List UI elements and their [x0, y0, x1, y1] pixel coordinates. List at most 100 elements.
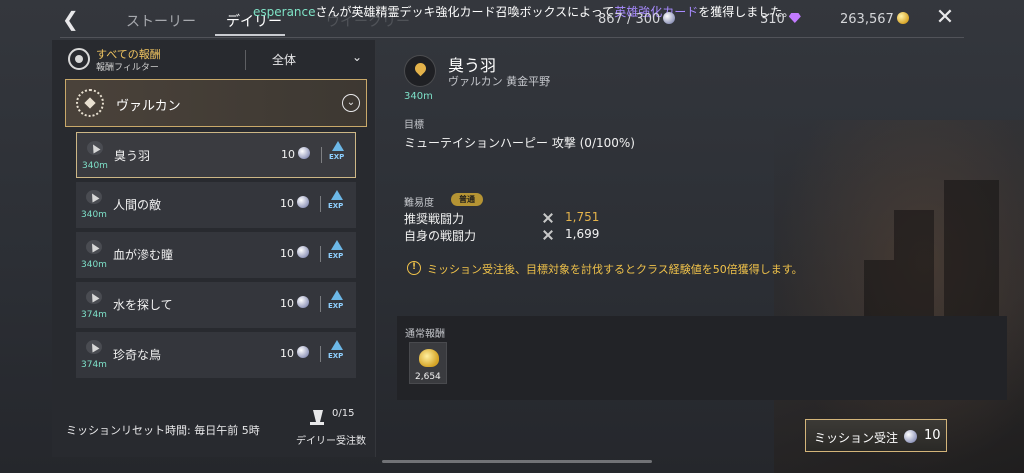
chevron-down-icon[interactable]: ⌄ — [352, 50, 362, 64]
exp-label: EXP — [328, 252, 344, 260]
objective-text: ミューテイションハーピー 攻撃 (0/100%) — [404, 136, 635, 150]
reward-separator — [320, 346, 321, 362]
reward-separator — [320, 246, 321, 262]
gem-resource: 310 — [760, 12, 801, 27]
gem-icon — [788, 13, 801, 23]
mission-list: 340m 臭う羽 10 EXP 340m 人間の敵 10 EXP 340m 血が… — [76, 132, 356, 382]
crossed-swords-icon — [542, 229, 555, 241]
mission-distance: 340m — [82, 161, 108, 171]
mission-name: 人間の敵 — [113, 198, 162, 212]
own-power-label: 自身の戦闘力 — [404, 229, 477, 243]
mission-distance: 340m — [81, 260, 107, 270]
difficulty-badge: 普通 — [451, 193, 483, 206]
pearl-icon — [297, 346, 309, 358]
accept-cost: 10 — [924, 428, 941, 443]
exp-label: EXP — [328, 302, 344, 310]
gem-count: 310 — [760, 12, 785, 27]
daily-accept-icon — [310, 410, 328, 428]
direction-arrow-icon — [87, 141, 103, 155]
mission-reward-count: 10 — [280, 347, 294, 360]
pearl-icon — [297, 196, 309, 208]
exp-icon: EXP — [328, 240, 346, 266]
mission-distance: 374m — [81, 310, 107, 320]
exp-bonus-notice: ミッション受注後、目標対象を討伐するとクラス経験値を50倍獲得します。 — [427, 263, 803, 276]
top-bar: ❮ ストーリー デイリー ウイークリー esperanceさんが英雄精霊デッキ強… — [0, 0, 1024, 38]
objective-label: 目標 — [404, 120, 424, 131]
direction-arrow-icon — [86, 190, 102, 204]
gold-count: 263,567 — [840, 12, 894, 27]
topbar-divider — [60, 37, 964, 38]
mission-reward: 10 — [281, 147, 310, 161]
active-tab-indicator — [215, 34, 285, 36]
mission-reward-count: 10 — [281, 148, 295, 161]
daily-accept-count: 0/15 — [332, 408, 355, 419]
reward-separator — [320, 296, 321, 312]
mission-item[interactable]: 340m 血が滲む瞳 10 EXP — [76, 232, 356, 278]
daily-accept-label: デイリー受注数 — [296, 436, 366, 447]
mission-item[interactable]: 340m 人間の敵 10 EXP — [76, 182, 356, 228]
pearl-icon — [297, 246, 309, 258]
region-header[interactable]: ヴァルカン ⌄ — [65, 79, 367, 127]
own-power-value: 1,699 — [565, 227, 600, 241]
exp-icon: EXP — [328, 290, 346, 316]
filter-subtitle: 報酬フィルター — [96, 63, 159, 73]
mission-distance: 374m — [81, 360, 107, 370]
region-emblem-icon — [76, 89, 104, 117]
direction-arrow-icon — [86, 340, 102, 354]
mission-list-panel: すべての報酬 報酬フィルター 全体 ⌄ ヴァルカン ⌄ 340m 臭う羽 10 … — [52, 40, 376, 457]
warning-icon: ! — [407, 261, 421, 275]
direction-arrow-icon — [86, 240, 102, 254]
back-arrow-icon[interactable]: ❮ — [62, 9, 84, 29]
mission-item[interactable]: 374m 水を探して 10 EXP — [76, 282, 356, 328]
reward-filter[interactable]: すべての報酬 報酬フィルター 全体 ⌄ — [52, 40, 376, 78]
difficulty-label: 難易度 — [404, 198, 434, 209]
pearl-icon — [297, 296, 309, 308]
reward-title: 通常報酬 — [405, 329, 445, 340]
accept-mission-button[interactable]: ミッション受注 10 — [805, 419, 947, 452]
mission-reward-count: 10 — [280, 247, 294, 260]
crossed-swords-icon — [542, 212, 555, 224]
filter-select[interactable]: 全体 — [272, 51, 296, 68]
detail-distance: 340m — [404, 91, 433, 102]
pearl-icon — [904, 430, 917, 443]
exp-icon: EXP — [329, 141, 347, 167]
reward-quantity: 2,654 — [415, 372, 441, 382]
mission-reward: 10 — [280, 346, 309, 360]
recommended-power-value: 1,751 — [565, 210, 600, 224]
horizontal-scrollbar[interactable] — [382, 460, 652, 463]
system-notice: esperanceさんが英雄精霊デッキ強化カード召喚ボックスによって英雄強化カー… — [253, 3, 794, 20]
notice-player-name: esperance — [253, 5, 316, 19]
mission-reward: 10 — [280, 196, 309, 210]
direction-arrow-icon — [86, 290, 102, 304]
region-name: ヴァルカン — [116, 99, 181, 114]
pearl-resource: 867 / 300 — [598, 12, 676, 27]
close-icon[interactable]: ✕ — [933, 6, 957, 30]
mission-reward: 10 — [280, 246, 309, 260]
filter-gear-icon — [68, 48, 90, 70]
mission-item[interactable]: 374m 珍奇な鳥 10 EXP — [76, 332, 356, 378]
exp-label: EXP — [328, 202, 344, 210]
mission-name: 珍奇な鳥 — [113, 348, 162, 362]
location-pin-icon — [404, 55, 436, 87]
gold-pile-icon — [419, 349, 439, 367]
recommended-power-label: 推奨戦闘力 — [404, 212, 465, 226]
pearl-count: 867 / 300 — [598, 12, 661, 27]
gold-reward-item[interactable]: 2,654 — [409, 342, 447, 384]
pearl-icon — [663, 12, 676, 24]
mission-location: ヴァルカン 黄金平野 — [448, 75, 551, 88]
exp-label: EXP — [328, 352, 344, 360]
collapse-toggle-icon[interactable]: ⌄ — [342, 94, 360, 112]
filter-divider — [245, 50, 246, 70]
mission-item[interactable]: 340m 臭う羽 10 EXP — [76, 132, 356, 178]
pearl-icon — [298, 147, 310, 159]
exp-icon: EXP — [328, 190, 346, 216]
reward-panel: 通常報酬 2,654 — [397, 316, 1007, 400]
tab-story[interactable]: ストーリー — [126, 11, 196, 31]
gold-coin-icon — [896, 12, 909, 24]
reward-separator — [321, 147, 322, 163]
gold-resource: 263,567 — [840, 12, 909, 27]
mission-reward-count: 10 — [280, 297, 294, 310]
mission-reward-count: 10 — [280, 197, 294, 210]
mission-name: 臭う羽 — [114, 149, 151, 163]
mission-name: 血が滲む瞳 — [113, 248, 174, 262]
